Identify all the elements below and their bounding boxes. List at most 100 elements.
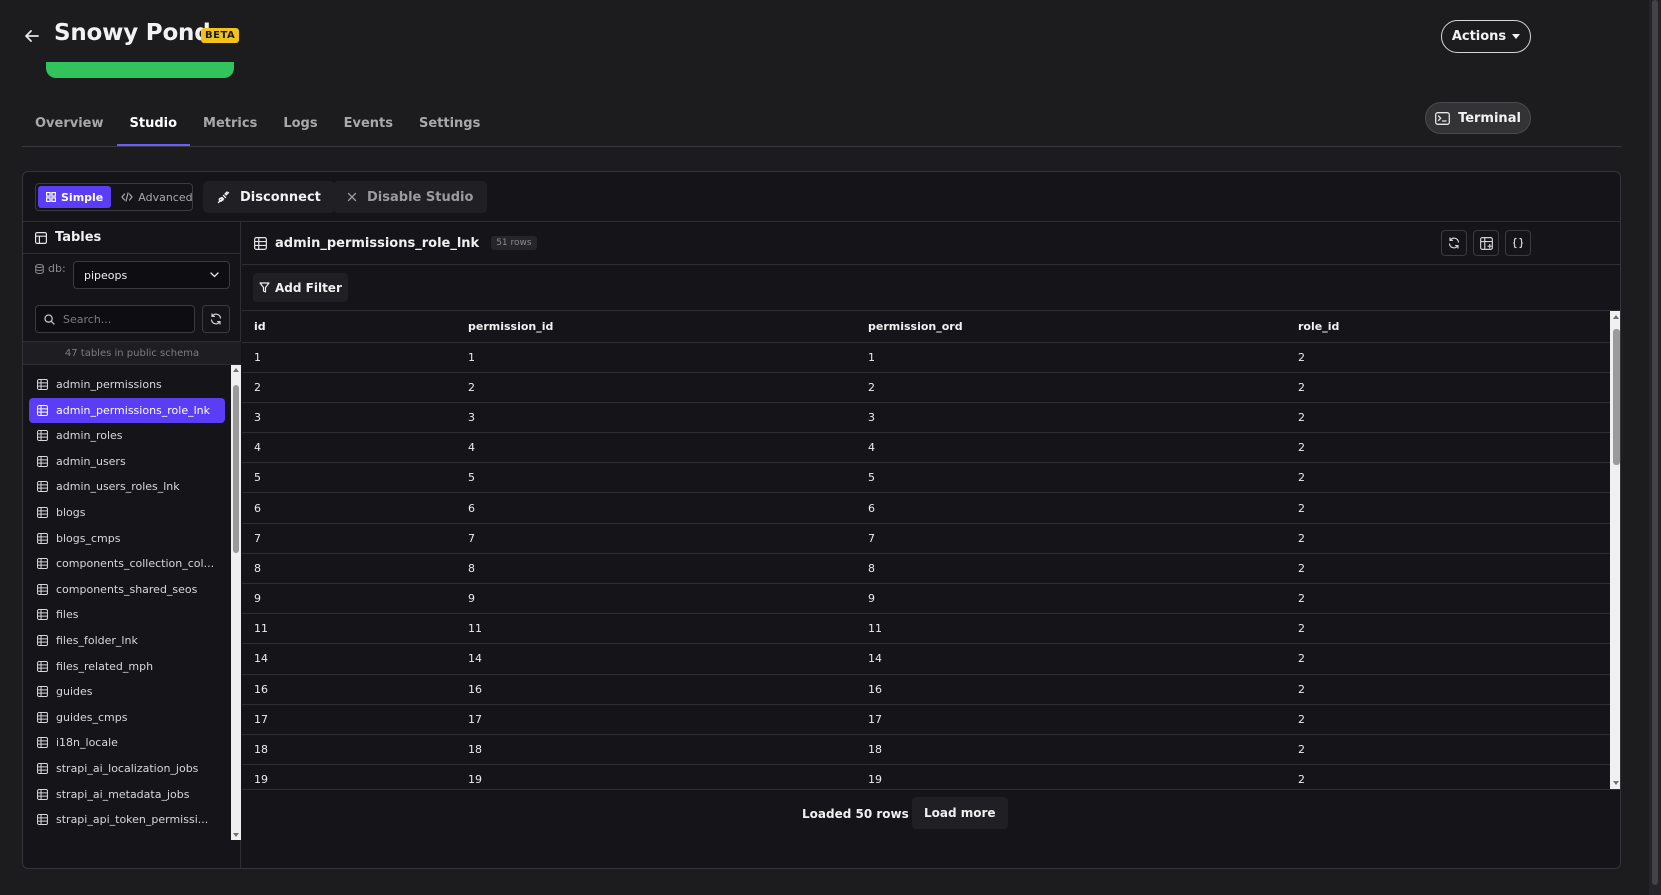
table-cell[interactable]: 3 xyxy=(456,402,856,434)
table-cell[interactable]: 1 xyxy=(856,342,1286,373)
disable-studio-button[interactable]: Disable Studio xyxy=(333,181,488,213)
table-cell[interactable]: 2 xyxy=(242,372,456,403)
table-cell[interactable]: 18 xyxy=(456,734,856,766)
table-cell[interactable]: 11 xyxy=(242,613,456,645)
refresh-data-button[interactable] xyxy=(1441,230,1467,256)
table-cell[interactable]: 2 xyxy=(1286,734,1610,766)
actions-button[interactable]: Actions xyxy=(1441,20,1531,53)
table-cell[interactable]: 6 xyxy=(242,492,456,524)
table-cell[interactable]: 7 xyxy=(856,523,1286,554)
table-cell[interactable]: 5 xyxy=(856,462,1286,494)
column-header-permission-id[interactable]: permission_id xyxy=(456,311,856,343)
table-cell[interactable]: 4 xyxy=(456,432,856,464)
table-cell[interactable]: 2 xyxy=(1286,462,1610,494)
table-cell[interactable]: 2 xyxy=(456,372,856,403)
table-row[interactable]: 16 16 16 2 xyxy=(242,674,1610,705)
table-row[interactable]: 6662 xyxy=(242,492,1610,524)
table-cell[interactable]: 2 xyxy=(1286,553,1610,585)
disconnect-button[interactable]: Disconnect xyxy=(203,181,335,213)
table-cell[interactable]: 17 xyxy=(242,704,456,735)
table-cell[interactable]: 2 xyxy=(1286,342,1610,373)
table-cell[interactable]: 3 xyxy=(856,402,1286,434)
table-cell[interactable]: 5 xyxy=(456,462,856,494)
sidebar-table-item[interactable]: admin_permissions xyxy=(29,372,225,397)
table-cell[interactable]: 9 xyxy=(242,583,456,615)
table-cell[interactable]: 14 xyxy=(242,643,456,675)
table-structure-button[interactable] xyxy=(1473,230,1499,256)
sidebar-table-item[interactable]: admin_users_roles_lnk xyxy=(29,474,225,499)
sidebar-table-item[interactable]: i18n_locale xyxy=(29,730,225,755)
table-cell[interactable]: 4 xyxy=(856,432,1286,464)
table-cell[interactable]: 8 xyxy=(856,553,1286,585)
add-filter-button[interactable]: Add Filter xyxy=(253,273,348,302)
column-header-id[interactable]: id xyxy=(242,311,456,343)
table-row[interactable]: 1112 xyxy=(242,342,1610,373)
table-cell[interactable]: 18 xyxy=(856,734,1286,766)
simple-mode-button[interactable]: Simple xyxy=(38,186,112,208)
sidebar-table-item[interactable]: guides xyxy=(29,679,225,704)
table-cell[interactable]: 2 xyxy=(1286,704,1610,735)
tab-logs[interactable]: Logs xyxy=(270,102,330,146)
table-cell[interactable]: 1 xyxy=(456,342,856,373)
sidebar-scroll-thumb[interactable] xyxy=(233,385,239,553)
table-cell[interactable]: 2 xyxy=(1286,764,1610,789)
sidebar-table-item[interactable]: files_folder_lnk xyxy=(29,628,225,653)
sidebar-table-item[interactable]: strapi_api_token_permissi... xyxy=(29,807,225,832)
table-cell[interactable]: 11 xyxy=(856,613,1286,645)
table-row[interactable]: 17 17 17 2 xyxy=(242,704,1610,735)
table-cell[interactable]: 2 xyxy=(1286,372,1610,403)
sidebar-table-item[interactable]: admin_roles xyxy=(29,423,225,448)
table-row[interactable]: 8882 xyxy=(242,553,1610,585)
sidebar-table-item[interactable]: strapi_ai_localization_jobs xyxy=(29,756,225,781)
table-cell[interactable]: 2 xyxy=(1286,674,1610,705)
terminal-button[interactable]: Terminal xyxy=(1425,102,1531,134)
sidebar-scrollbar[interactable] xyxy=(231,365,241,840)
table-cell[interactable]: 7 xyxy=(242,523,456,554)
table-cell[interactable]: 14 xyxy=(456,643,856,675)
sidebar-table-item[interactable]: admin_users xyxy=(29,449,225,474)
table-row[interactable]: 19 19 19 2 xyxy=(242,764,1610,789)
table-cell[interactable]: 2 xyxy=(1286,402,1610,434)
table-cell[interactable]: 2 xyxy=(1286,523,1610,554)
table-cell[interactable]: 19 xyxy=(242,764,456,789)
column-header-permission-ord[interactable]: permission_ord xyxy=(856,311,1286,343)
table-cell[interactable]: 1 xyxy=(242,342,456,373)
tab-studio[interactable]: Studio xyxy=(116,102,191,146)
sidebar-table-item[interactable]: guides_cmps xyxy=(29,705,225,730)
table-row[interactable]: 11 11 11 2 xyxy=(242,613,1610,645)
table-cell[interactable]: 2 xyxy=(856,372,1286,403)
page-scroll-thumb[interactable] xyxy=(1652,0,1658,885)
table-cell[interactable]: 18 xyxy=(242,734,456,766)
grid-scrollbar[interactable] xyxy=(1610,311,1620,789)
sidebar-table-item[interactable]: admin_permissions_role_lnk xyxy=(29,397,225,423)
sidebar-table-item[interactable]: files_related_mph xyxy=(29,654,225,679)
sidebar-table-item[interactable]: components_shared_seos xyxy=(29,577,225,602)
tab-settings[interactable]: Settings xyxy=(406,102,493,146)
sidebar-table-item[interactable]: blogs_cmps xyxy=(29,526,225,551)
back-button[interactable] xyxy=(22,26,42,46)
table-search-input[interactable] xyxy=(63,312,183,326)
load-more-button[interactable]: Load more xyxy=(912,797,1008,829)
json-view-button[interactable] xyxy=(1505,230,1531,256)
page-scrollbar[interactable] xyxy=(1649,0,1661,895)
table-cell[interactable]: 16 xyxy=(456,674,856,705)
column-header-role-id[interactable]: role_id xyxy=(1286,311,1610,343)
sidebar-table-item[interactable]: components_collection_col... xyxy=(29,551,225,576)
table-cell[interactable]: 8 xyxy=(456,553,856,585)
table-cell[interactable]: 2 xyxy=(1286,492,1610,524)
table-cell[interactable]: 7 xyxy=(456,523,856,554)
table-cell[interactable]: 11 xyxy=(456,613,856,645)
table-row[interactable]: 14 14 14 2 xyxy=(242,643,1610,675)
db-select[interactable]: pipeops xyxy=(73,261,230,289)
tab-overview[interactable]: Overview xyxy=(22,102,117,146)
sidebar-table-item[interactable]: blogs xyxy=(29,500,225,525)
table-row[interactable]: 3332 xyxy=(242,402,1610,434)
table-cell[interactable]: 6 xyxy=(456,492,856,524)
table-cell[interactable]: 2 xyxy=(1286,643,1610,675)
tab-metrics[interactable]: Metrics xyxy=(190,102,270,146)
table-cell[interactable]: 2 xyxy=(1286,613,1610,645)
table-cell[interactable]: 19 xyxy=(856,764,1286,789)
table-cell[interactable]: 3 xyxy=(242,402,456,434)
table-cell[interactable]: 17 xyxy=(456,704,856,735)
grid-scroll-thumb[interactable] xyxy=(1613,329,1620,465)
